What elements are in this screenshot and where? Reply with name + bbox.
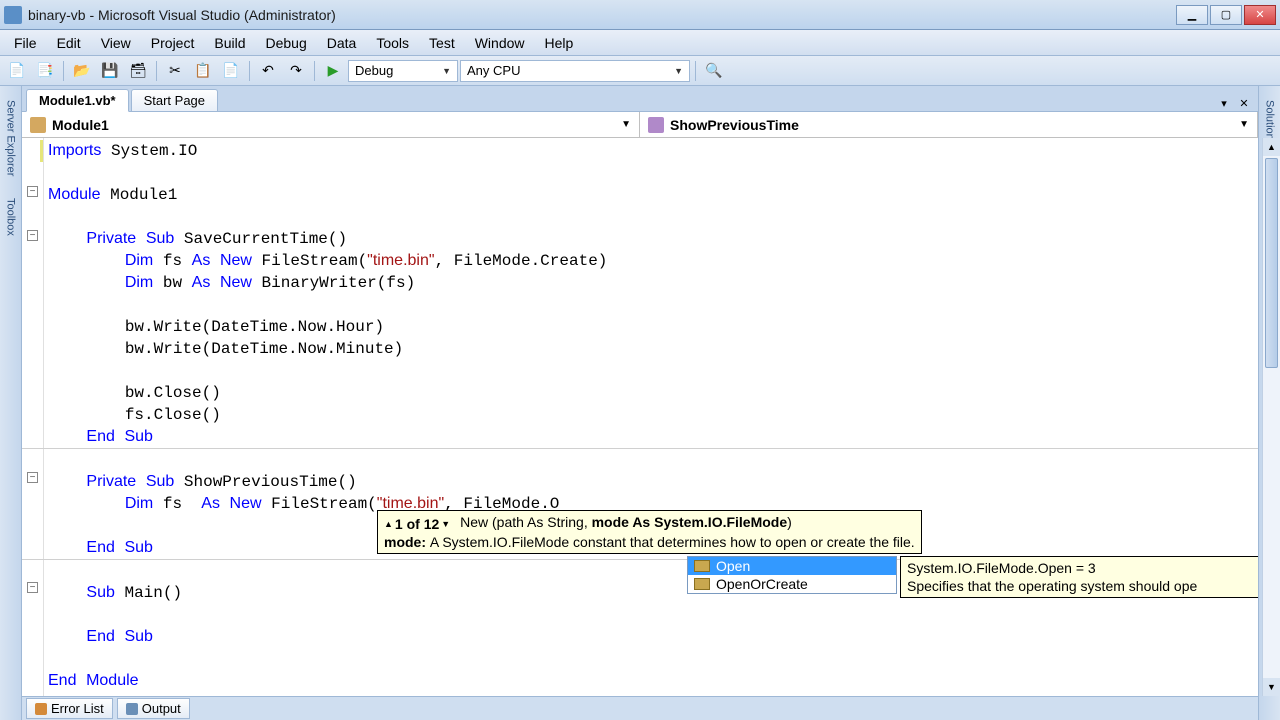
- toolbox-tab[interactable]: Toolbox: [3, 192, 19, 242]
- type-nav-dropdown[interactable]: Module1 ▼: [22, 112, 640, 137]
- enum-icon: [694, 560, 710, 572]
- minimize-button[interactable]: ▁: [1176, 5, 1208, 25]
- param-counter: 1 of 12: [395, 515, 439, 533]
- code-editor[interactable]: − − − − Imports System.IO Module Module1…: [22, 138, 1258, 700]
- parameter-info-tooltip: ▲ 1 of 12 ▼ New (path As String, mode As…: [377, 510, 922, 554]
- param-desc: A System.IO.FileMode constant that deter…: [430, 534, 915, 550]
- title-bar: binary-vb - Microsoft Visual Studio (Adm…: [0, 0, 1280, 30]
- tab-start-page[interactable]: Start Page: [131, 89, 218, 111]
- output-tab[interactable]: Output: [117, 698, 190, 719]
- menu-file[interactable]: File: [4, 32, 47, 54]
- config-value: Debug: [355, 63, 393, 78]
- bottom-dock-tabs: Error List Output: [22, 696, 1258, 720]
- param-name-label: mode:: [384, 534, 426, 550]
- platform-value: Any CPU: [467, 63, 520, 78]
- menu-view[interactable]: View: [91, 32, 141, 54]
- close-button[interactable]: ✕: [1244, 5, 1276, 25]
- chevron-down-icon: ▼: [621, 119, 631, 130]
- cut-button[interactable]: ✂: [162, 59, 188, 83]
- output-label: Output: [142, 701, 181, 716]
- editor-zone: Module1.vb* Start Page ▾ ✕ Module1 ▼ Sho…: [22, 86, 1258, 720]
- maximize-button[interactable]: ▢: [1210, 5, 1242, 25]
- menu-bar: File Edit View Project Build Debug Data …: [0, 30, 1280, 56]
- param-next-button[interactable]: ▼: [441, 515, 450, 533]
- error-list-icon: [35, 703, 47, 715]
- enum-icon: [694, 578, 710, 590]
- intellisense-item[interactable]: Open: [688, 557, 896, 575]
- undo-button[interactable]: ↶: [255, 59, 281, 83]
- intellisense-item-label: OpenOrCreate: [716, 576, 808, 592]
- module-icon: [30, 117, 46, 133]
- document-tabs: Module1.vb* Start Page ▾ ✕: [22, 86, 1258, 112]
- type-nav-value: Module1: [52, 117, 109, 133]
- scroll-up-button[interactable]: ▲: [1263, 138, 1280, 156]
- new-project-button[interactable]: 📄: [4, 59, 30, 83]
- app-icon: [4, 6, 22, 24]
- menu-project[interactable]: Project: [141, 32, 205, 54]
- error-list-label: Error List: [51, 701, 104, 716]
- menu-test[interactable]: Test: [419, 32, 465, 54]
- error-list-tab[interactable]: Error List: [26, 698, 113, 719]
- intellisense-item[interactable]: OpenOrCreate: [688, 575, 896, 593]
- param-sig-current: mode As System.IO.FileMode: [592, 514, 788, 530]
- open-button[interactable]: 📂: [69, 59, 95, 83]
- param-sig-prefix: New (path As String,: [460, 514, 592, 530]
- vscroll-thumb[interactable]: [1265, 158, 1278, 368]
- window-title: binary-vb - Microsoft Visual Studio (Adm…: [28, 7, 1176, 23]
- paste-button[interactable]: 📄: [218, 59, 244, 83]
- output-icon: [126, 703, 138, 715]
- vertical-scrollbar[interactable]: ▲ ▼: [1262, 138, 1280, 696]
- menu-tools[interactable]: Tools: [366, 32, 419, 54]
- intelli-desc-line2: Specifies that the operating system shou…: [907, 577, 1258, 595]
- intellisense-list[interactable]: Open OpenOrCreate: [687, 556, 897, 594]
- tab-dropdown-button[interactable]: ▾: [1216, 95, 1232, 111]
- save-all-button[interactable]: 🗃: [125, 59, 151, 83]
- method-icon: [648, 117, 664, 133]
- tab-close-button[interactable]: ✕: [1236, 95, 1252, 111]
- menu-debug[interactable]: Debug: [256, 32, 317, 54]
- intellisense-item-label: Open: [716, 558, 750, 574]
- chevron-down-icon: ▼: [1239, 119, 1249, 130]
- tab-module1[interactable]: Module1.vb*: [26, 89, 129, 112]
- left-dock: Server Explorer Toolbox: [0, 86, 22, 720]
- toolbar: 📄 📑 📂 💾 🗃 ✂ 📋 📄 ↶ ↷ ▶ Debug ▼ Any CPU ▼ …: [0, 56, 1280, 86]
- menu-data[interactable]: Data: [317, 32, 367, 54]
- find-button[interactable]: 🔍: [701, 59, 727, 83]
- server-explorer-tab[interactable]: Server Explorer: [3, 94, 19, 182]
- config-dropdown[interactable]: Debug ▼: [348, 60, 458, 82]
- member-nav-dropdown[interactable]: ShowPreviousTime ▼: [640, 112, 1258, 137]
- menu-build[interactable]: Build: [204, 32, 255, 54]
- menu-window[interactable]: Window: [465, 32, 535, 54]
- member-nav-value: ShowPreviousTime: [670, 117, 799, 133]
- intelli-desc-line1: System.IO.FileMode.Open = 3: [907, 559, 1258, 577]
- chevron-down-icon: ▼: [442, 66, 451, 76]
- start-debug-button[interactable]: ▶: [320, 59, 346, 83]
- param-sig-suffix: ): [787, 514, 792, 530]
- add-item-button[interactable]: 📑: [32, 59, 58, 83]
- redo-button[interactable]: ↷: [283, 59, 309, 83]
- body-area: Server Explorer Toolbox Module1.vb* Star…: [0, 86, 1280, 720]
- copy-button[interactable]: 📋: [190, 59, 216, 83]
- chevron-down-icon: ▼: [674, 66, 683, 76]
- menu-help[interactable]: Help: [535, 32, 584, 54]
- platform-dropdown[interactable]: Any CPU ▼: [460, 60, 690, 82]
- save-button[interactable]: 💾: [97, 59, 123, 83]
- menu-edit[interactable]: Edit: [47, 32, 91, 54]
- nav-dropdowns: Module1 ▼ ShowPreviousTime ▼: [22, 112, 1258, 138]
- param-prev-button[interactable]: ▲: [384, 515, 393, 533]
- code-content[interactable]: Imports System.IO Module Module1 Private…: [22, 138, 1258, 694]
- intellisense-description: System.IO.FileMode.Open = 3 Specifies th…: [900, 556, 1258, 598]
- scroll-down-button[interactable]: ▼: [1263, 678, 1280, 696]
